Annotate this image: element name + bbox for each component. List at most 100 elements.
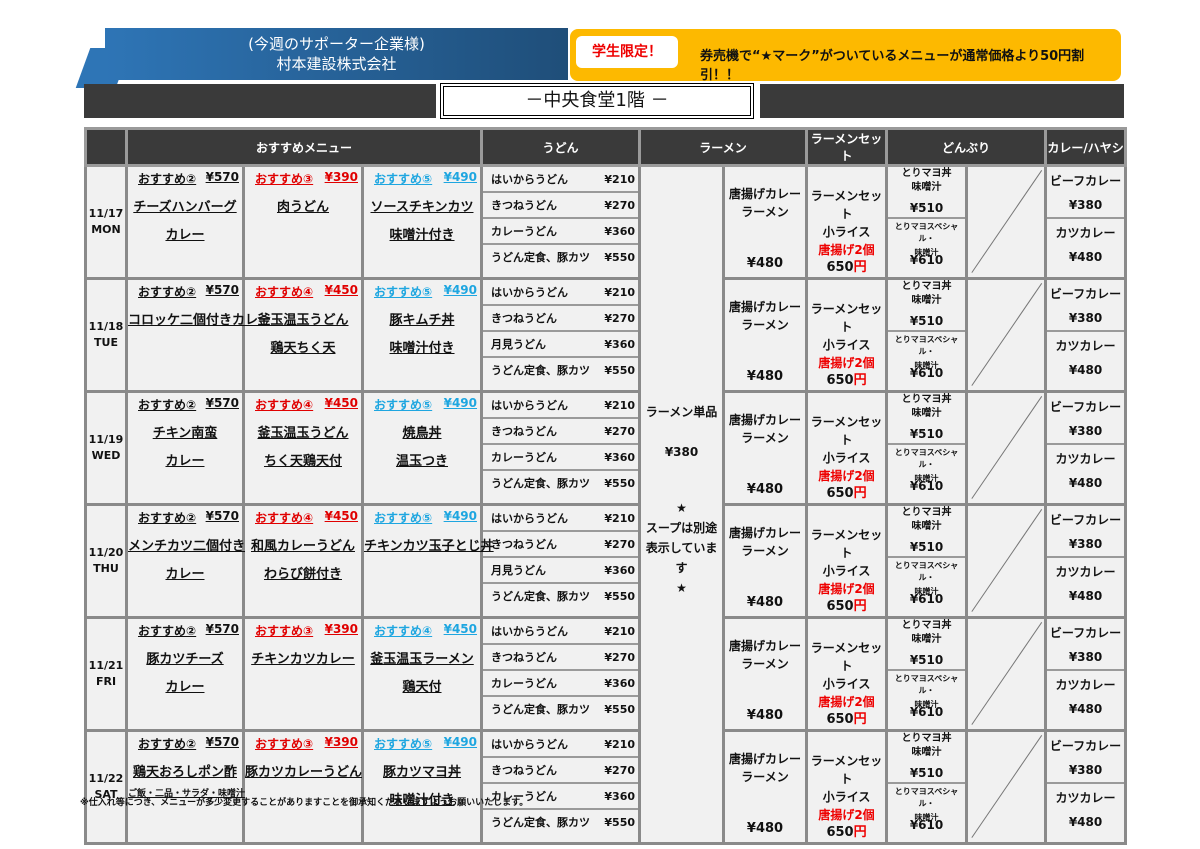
ramen-name: ラーメン — [725, 768, 805, 786]
curry-price: ¥380 — [1047, 650, 1124, 664]
udon-item: はいからうどん¥210 — [483, 167, 638, 193]
recommend-price: ¥490 — [444, 283, 477, 300]
recommend-dish-line: 豚カツマヨ丼 — [364, 761, 480, 780]
recommend-price: ¥490 — [444, 735, 477, 752]
ramen-cell: 唐揚げカレーラーメン¥480 — [724, 392, 807, 505]
date-cell: 11/17MON — [86, 166, 127, 279]
donburi-name: とりマヨ丼 — [888, 506, 965, 520]
udon-price: ¥270 — [604, 538, 635, 551]
day-of-week: THU — [87, 561, 125, 577]
recommend-label: おすすめ② — [138, 170, 196, 187]
ramen-set-price: 650円 — [808, 711, 885, 729]
donburi-price: ¥510 — [888, 653, 965, 667]
footnote: ※仕入れ等につき、メニューが多少変更することがありますことを御承知くださいますよ… — [80, 795, 528, 808]
donburi-item: とりマヨスペシャル・味噌汁¥610 — [888, 219, 965, 269]
recommend-cell: おすすめ②¥570コロッケ二個付きカレー — [127, 279, 244, 392]
udon-price: ¥550 — [604, 816, 635, 829]
udon-name: きつねうどん — [491, 649, 557, 665]
ramen-cell: 唐揚げカレーラーメン¥480 — [724, 618, 807, 731]
udon-cell: はいからうどん¥210きつねうどん¥270カレーうどん¥360うどん定食、豚カツ… — [482, 731, 640, 844]
recommend-price: ¥450 — [444, 622, 477, 639]
udon-name: はいからうどん — [491, 736, 568, 752]
day-row: 11/19WEDおすすめ②¥570チキン南蛮カレーおすすめ④¥450釜玉温玉うど… — [86, 392, 1126, 505]
curry-item: カツカレー¥480 — [1047, 558, 1124, 608]
recommend-header: おすすめ②¥570 — [128, 167, 242, 187]
curry-item: カツカレー¥480 — [1047, 671, 1124, 721]
udon-item: うどん定食、豚カツ¥550 — [483, 358, 638, 382]
donburi-cell: とりマヨ丼味噌汁¥510とりマヨスペシャル・味噌汁¥610 — [887, 166, 967, 279]
recommend-header: おすすめ⑤¥490 — [364, 506, 480, 526]
header-date — [86, 129, 127, 166]
udon-name: うどん定食、豚カツ — [491, 701, 590, 717]
recommend-price: ¥490 — [444, 170, 477, 187]
udon-cell: はいからうどん¥210きつねうどん¥270カレーうどん¥360うどん定食、豚カツ… — [482, 166, 640, 279]
header-udon: うどん — [482, 129, 640, 166]
curry-price: ¥480 — [1047, 476, 1124, 490]
udon-price: ¥210 — [604, 625, 635, 638]
header-bar-left — [84, 84, 436, 118]
ramen-single-price: ¥380 — [641, 442, 722, 462]
donburi-price: ¥610 — [888, 705, 965, 719]
donburi-cell: とりマヨ丼味噌汁¥510とりマヨスペシャル・味噌汁¥610 — [887, 392, 967, 505]
empty-slash-cell — [967, 618, 1046, 731]
donburi-cell: とりマヨ丼味噌汁¥510とりマヨスペシャル・味噌汁¥610 — [887, 505, 967, 618]
header-bar-right — [760, 84, 1124, 118]
donburi-price: ¥610 — [888, 366, 965, 380]
ramen-set-price-value: 650 — [826, 712, 853, 727]
ramen-set-price-value: 650 — [826, 599, 853, 614]
recommend-label: おすすめ② — [138, 396, 196, 413]
recommend-price: ¥570 — [206, 622, 239, 639]
ramen-cell: 唐揚げカレーラーメン¥480 — [724, 505, 807, 618]
recommend-dish-line: ちく天鶏天付 — [245, 450, 361, 469]
recommend-price: ¥490 — [444, 509, 477, 526]
recommend-dish-line: チーズハンバーグ — [128, 196, 242, 215]
donburi-item: とりマヨ丼味噌汁¥510 — [888, 280, 965, 332]
udon-item: きつねうどん¥270 — [483, 758, 638, 784]
udon-price: ¥270 — [604, 425, 635, 438]
ramen-set-name: ラーメンセット — [808, 639, 885, 675]
udon-name: はいからうどん — [491, 171, 568, 187]
ramen-set-rice: 小ライス — [808, 675, 885, 693]
donburi-sub: 味噌汁 — [888, 633, 965, 647]
udon-item: きつねうどん¥270 — [483, 645, 638, 671]
ramen-price: ¥480 — [725, 594, 805, 612]
recommend-label: おすすめ⑤ — [374, 735, 432, 752]
ramen-price: ¥480 — [725, 481, 805, 499]
curry-price: ¥380 — [1047, 763, 1124, 777]
recommend-price: ¥570 — [206, 283, 239, 300]
ramen-set-price: 650円 — [808, 485, 885, 503]
date-cell: 11/20THU — [86, 505, 127, 618]
udon-cell: はいからうどん¥210きつねうどん¥270カレーうどん¥360うどん定食、豚カツ… — [482, 618, 640, 731]
recommend-dish-line: 味噌汁付き — [364, 337, 480, 356]
ramen-set-price-value: 650 — [826, 825, 853, 840]
ramen-set-price: 650円 — [808, 824, 885, 842]
ramen-name: 唐揚げカレー — [725, 750, 805, 768]
recommend-price: ¥450 — [325, 283, 358, 300]
recommend-cell: おすすめ⑤¥490豚カツマヨ丼味噌汁付き — [363, 731, 482, 844]
donburi-item: とりマヨ丼味噌汁¥510 — [888, 167, 965, 219]
date-cell: 11/21FRI — [86, 618, 127, 731]
donburi-name: とりマヨ丼 — [888, 167, 965, 181]
recommend-header: おすすめ②¥570 — [128, 619, 242, 639]
udon-item: 月見うどん¥360 — [483, 332, 638, 358]
yen-unit: 円 — [854, 260, 867, 275]
udon-item: カレーうどん¥360 — [483, 219, 638, 245]
udon-name: うどん定食、豚カツ — [491, 249, 590, 265]
date-cell: 11/18TUE — [86, 279, 127, 392]
udon-item: きつねうどん¥270 — [483, 306, 638, 332]
curry-price: ¥380 — [1047, 198, 1124, 212]
udon-price: ¥210 — [604, 399, 635, 412]
recommend-price: ¥570 — [206, 735, 239, 752]
empty-slash-cell — [967, 166, 1046, 279]
donburi-cell: とりマヨ丼味噌汁¥510とりマヨスペシャル・味噌汁¥610 — [887, 731, 967, 844]
udon-price: ¥550 — [604, 590, 635, 603]
udon-price: ¥360 — [604, 564, 635, 577]
udon-price: ¥360 — [604, 225, 635, 238]
ramen-price: ¥480 — [725, 368, 805, 386]
ramen-set-rice: 小ライス — [808, 562, 885, 580]
page-title: －中央食堂1階 － — [440, 83, 754, 119]
day-row: 11/20THUおすすめ②¥570メンチカツ二個付きカレーおすすめ④¥450和風… — [86, 505, 1126, 618]
recommend-dish-line: 豚カツチーズ — [128, 648, 242, 667]
udon-price: ¥270 — [604, 199, 635, 212]
udon-item: うどん定食、豚カツ¥550 — [483, 810, 638, 834]
